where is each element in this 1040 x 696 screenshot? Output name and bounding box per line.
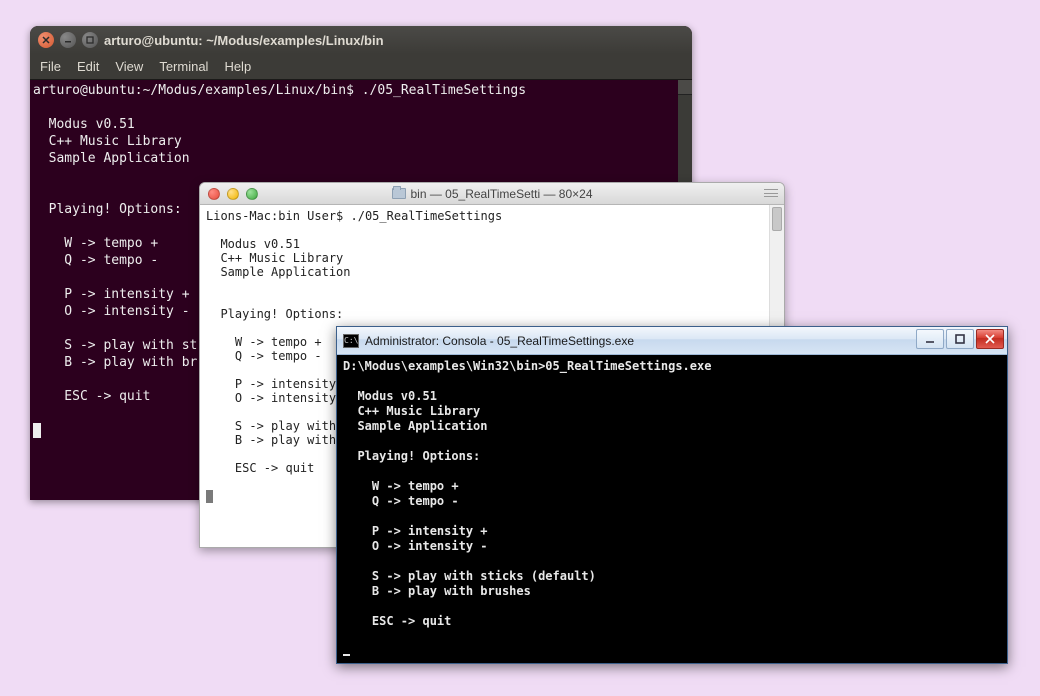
terminal-output: Modus v0.51 C++ Music Library Sample App… xyxy=(343,389,596,628)
zoom-icon[interactable] xyxy=(246,188,258,200)
minimize-icon[interactable] xyxy=(916,329,944,349)
folder-icon xyxy=(392,188,406,199)
close-icon[interactable] xyxy=(208,188,220,200)
cursor-icon xyxy=(33,423,41,438)
terminal-prompt: arturo@ubuntu:~/Modus/examples/Linux/bin… xyxy=(33,83,526,98)
terminal-prompt: D:\Modus\examples\Win32\bin>05_RealTimeS… xyxy=(343,359,711,373)
terminal-output: Modus v0.51 C++ Music Library Sample App… xyxy=(33,117,197,404)
menu-edit[interactable]: Edit xyxy=(77,59,99,74)
minimize-icon[interactable] xyxy=(227,188,239,200)
menu-terminal[interactable]: Terminal xyxy=(159,59,208,74)
close-icon[interactable] xyxy=(38,32,54,48)
maximize-icon[interactable] xyxy=(82,32,98,48)
close-icon[interactable] xyxy=(976,329,1004,349)
menu-view[interactable]: View xyxy=(115,59,143,74)
windows-console-window[interactable]: C:\ Administrator: Consola - 05_RealTime… xyxy=(336,326,1008,664)
terminal-prompt: Lions-Mac:bin User$ ./05_RealTimeSetting… xyxy=(206,209,502,223)
cursor-icon xyxy=(206,490,213,503)
maximize-icon[interactable] xyxy=(946,329,974,349)
menu-file[interactable]: File xyxy=(40,59,61,74)
windows-terminal-area[interactable]: D:\Modus\examples\Win32\bin>05_RealTimeS… xyxy=(337,355,1007,663)
minimize-icon[interactable] xyxy=(60,32,76,48)
scroll-thumb[interactable] xyxy=(772,207,782,231)
window-title: bin — 05_RealTimeSetti — 80×24 xyxy=(200,187,784,201)
ubuntu-menubar: File Edit View Terminal Help xyxy=(30,54,692,80)
windows-titlebar[interactable]: C:\ Administrator: Consola - 05_RealTime… xyxy=(337,327,1007,355)
resize-icon[interactable] xyxy=(764,186,778,200)
window-title: Administrator: Consola - 05_RealTimeSett… xyxy=(365,334,634,348)
console-icon: C:\ xyxy=(343,334,359,348)
menu-help[interactable]: Help xyxy=(224,59,251,74)
cursor-icon xyxy=(343,654,350,656)
window-title-text: bin — 05_RealTimeSetti — 80×24 xyxy=(411,187,593,201)
ubuntu-titlebar[interactable]: arturo@ubuntu: ~/Modus/examples/Linux/bi… xyxy=(30,26,692,54)
window-title: arturo@ubuntu: ~/Modus/examples/Linux/bi… xyxy=(104,33,384,48)
terminal-output: Modus v0.51 C++ Music Library Sample App… xyxy=(206,237,351,475)
mac-titlebar[interactable]: bin — 05_RealTimeSetti — 80×24 xyxy=(200,183,784,205)
